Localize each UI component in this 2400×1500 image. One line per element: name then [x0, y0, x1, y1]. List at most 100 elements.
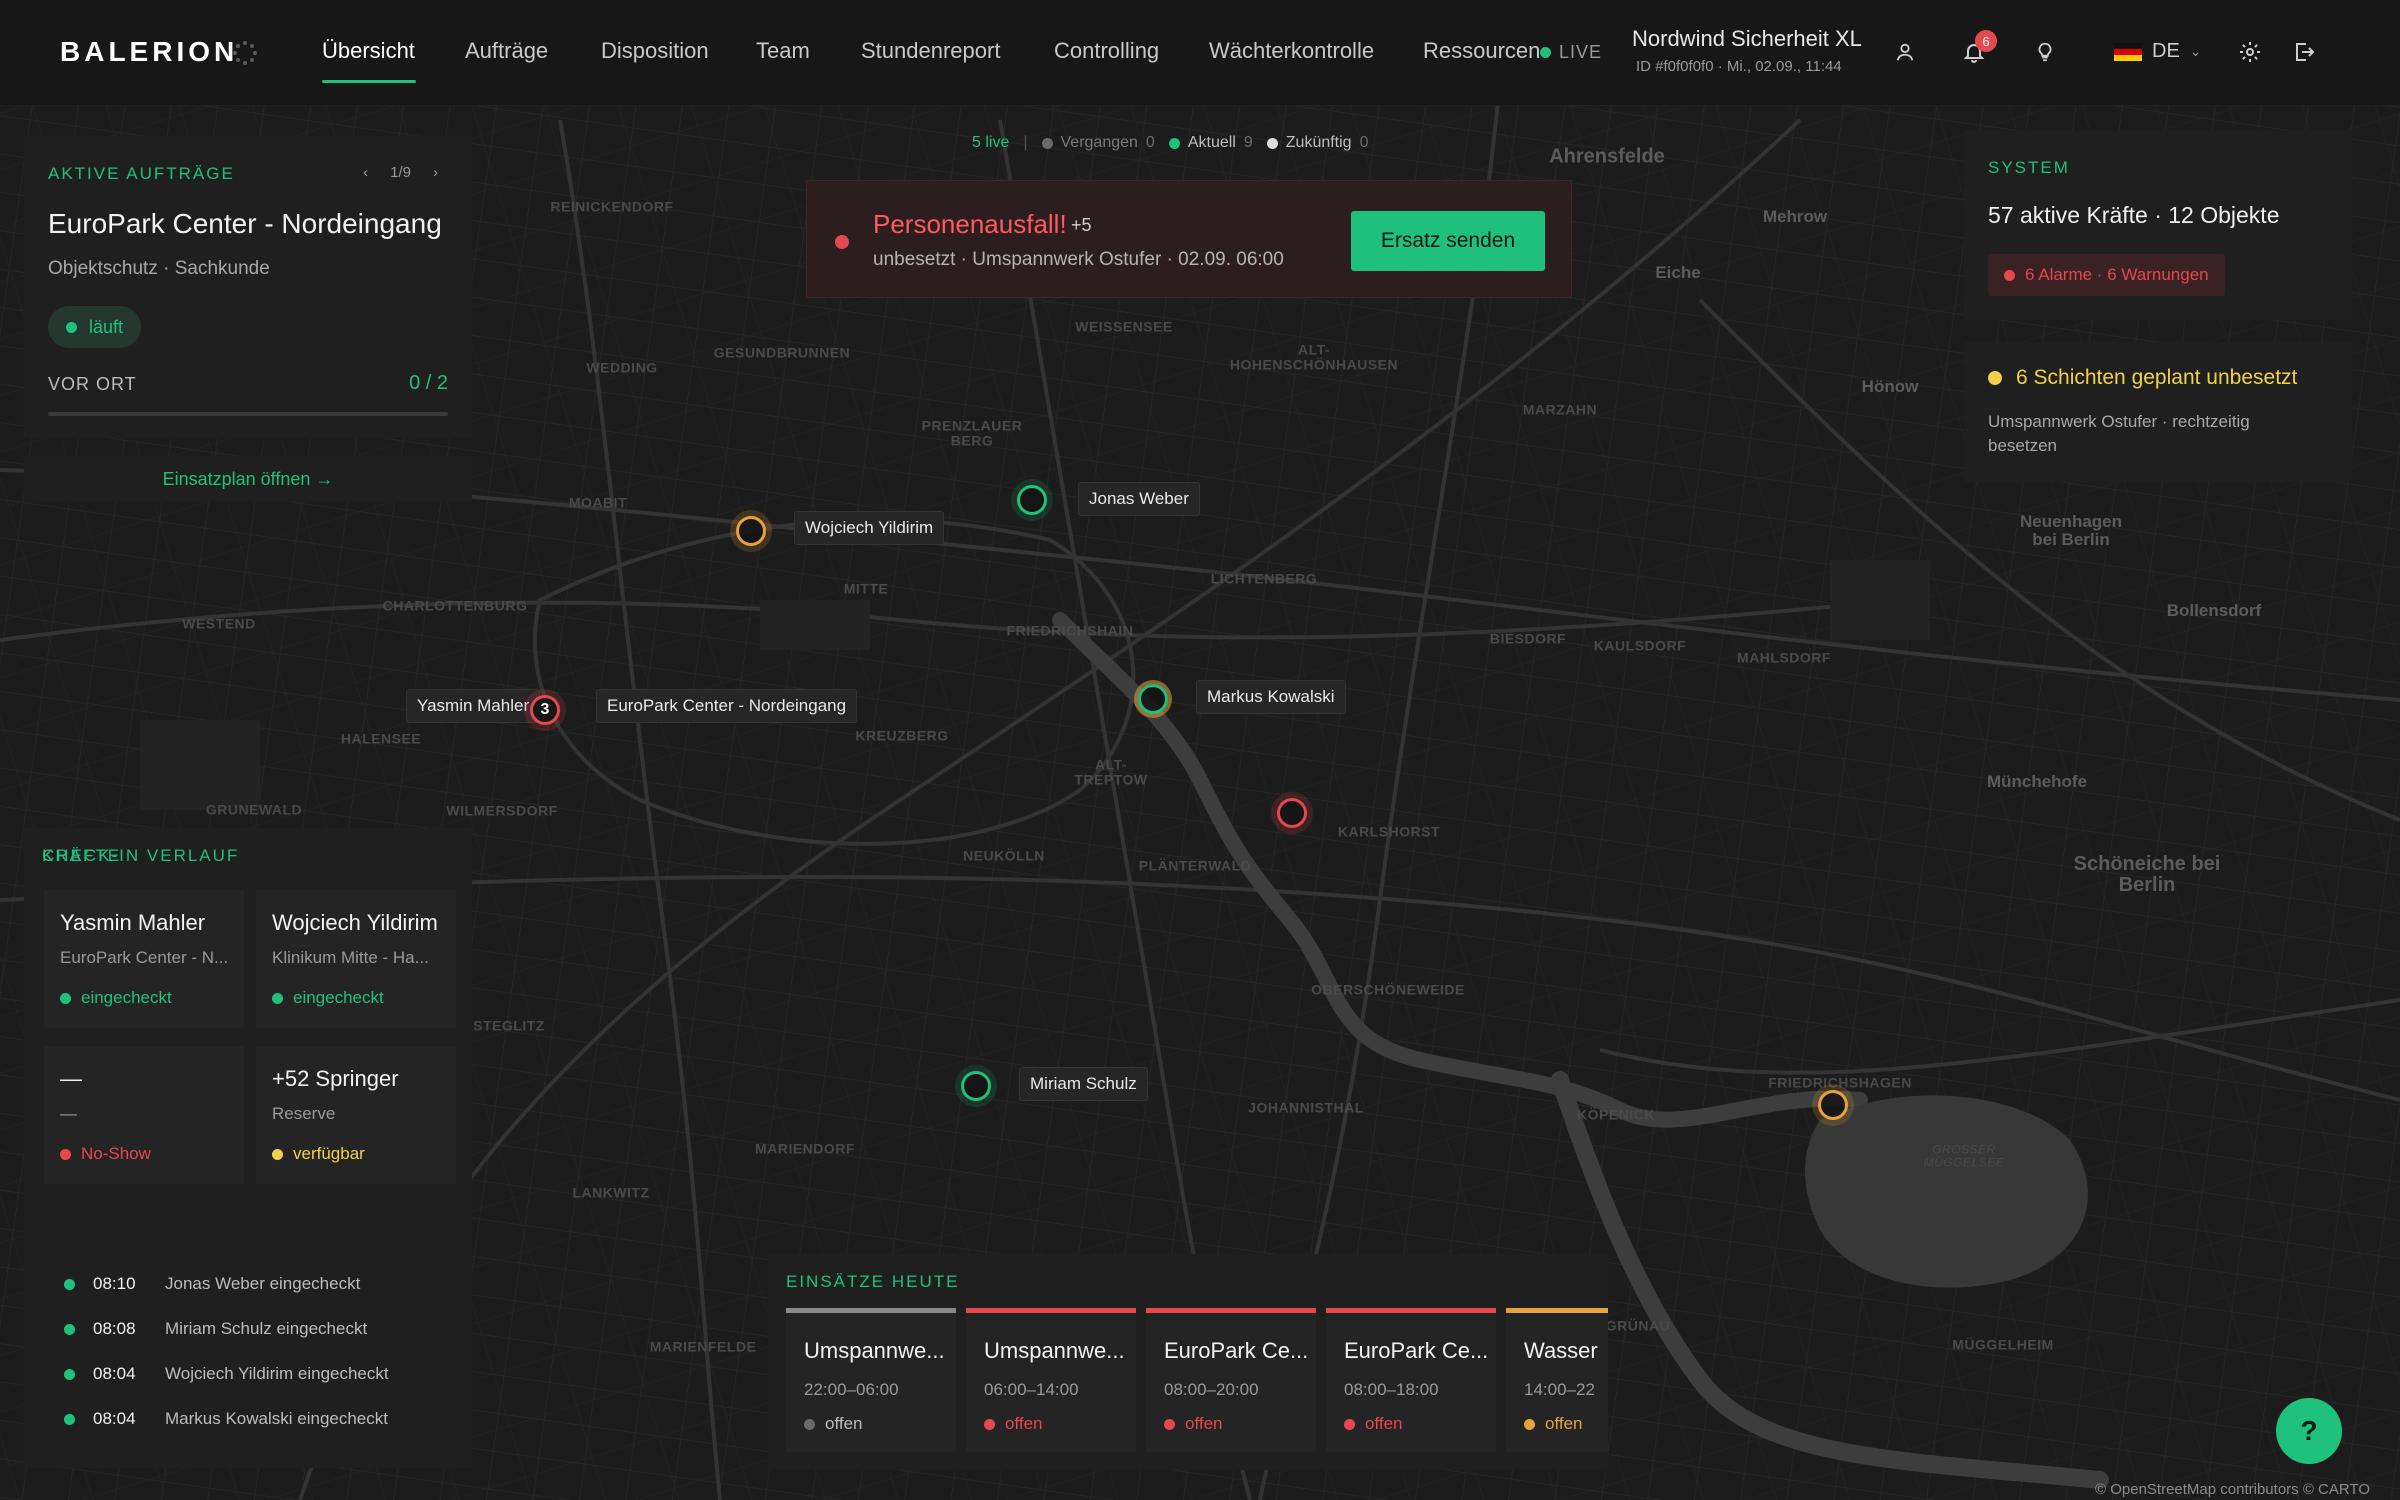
map-label: BIESDORF: [1489, 630, 1567, 647]
map-marker-markus[interactable]: [1135, 681, 1171, 717]
next-icon[interactable]: ›: [433, 164, 438, 181]
map-label: REINICKENDORF: [550, 198, 674, 215]
deployment-card[interactable]: Umspannwe... 06:00–14:00 offen: [966, 1308, 1136, 1452]
map-label-jonas[interactable]: Jonas Weber: [1078, 482, 1200, 516]
map-label: MAHLSDORF: [1737, 649, 1831, 666]
filter-aktuell[interactable]: Aktuell 9: [1168, 134, 1253, 152]
prev-icon[interactable]: ‹: [363, 164, 368, 181]
todays-deployments-panel: EINSÄTZE HEUTE Umspannwe... 22:00–06:00 of…: [768, 1254, 1608, 1470]
force-status: No-Show: [60, 1144, 151, 1164]
system-panel: SYSTEM 57 aktive Kräfte · 12 Objekte 6 A…: [1964, 130, 2352, 320]
map-label-markus[interactable]: Markus Kowalski: [1196, 680, 1346, 714]
lightbulb-icon[interactable]: [2031, 38, 2059, 66]
section-title: AKTIVE AUFTRÄGE: [48, 164, 235, 183]
map-label-europark[interactable]: EuroPark Center - Nordeingang: [596, 689, 858, 723]
status-dot-icon: [1344, 1418, 1355, 1430]
deployment-name: EuroPark Ce...: [1344, 1338, 1489, 1363]
map-label: GESUNDBRUNNEN: [713, 344, 851, 361]
send-replacement-button[interactable]: Ersatz senden: [1351, 211, 1545, 271]
top-navigation: BALERION Übersicht Aufträge Disposition …: [0, 0, 2400, 106]
map-marker-unlabeled[interactable]: [1274, 795, 1310, 831]
nav-waechterkontrolle[interactable]: Wächterkontrolle: [1209, 38, 1374, 64]
help-button[interactable]: ?: [2276, 1398, 2342, 1464]
deployment-card[interactable]: Umspannwe... 22:00–06:00 offen: [786, 1308, 956, 1452]
force-name: +52 Springer: [272, 1066, 399, 1091]
filter-dot-icon: [1168, 137, 1180, 149]
map-town: Neuenhagen bei Berlin: [2019, 512, 2123, 549]
force-card[interactable]: Wojciech Yildirim Klinikum Mitte - Ha...…: [256, 890, 456, 1028]
deployment-card[interactable]: EuroPark Ce... 08:00–20:00 offen: [1146, 1308, 1316, 1452]
chevron-down-icon: ⌄: [2189, 43, 2202, 59]
nav-controlling[interactable]: Controlling: [1054, 38, 1159, 64]
deployment-status-bar: [966, 1308, 1136, 1313]
map-label-miriam[interactable]: Miriam Schulz: [1019, 1067, 1148, 1101]
deployment-status: offen: [1164, 1414, 1223, 1434]
deployment-status: offen: [1524, 1414, 1583, 1434]
map-label: LANKWITZ: [572, 1184, 650, 1201]
map-label: MITTE: [843, 580, 889, 597]
filter-zukuenftig[interactable]: Zukünftig 0: [1266, 134, 1368, 152]
map-marker-jonas[interactable]: [1014, 482, 1050, 518]
nav-stundenreport[interactable]: Stundenreport: [861, 38, 1000, 64]
status-dot-icon: [1164, 1418, 1175, 1430]
force-card[interactable]: +52 Springer Reserve verfügbar: [256, 1046, 456, 1184]
order-title[interactable]: EuroPark Center - Nordeingang: [48, 208, 442, 240]
force-card[interactable]: — — No-Show: [44, 1046, 244, 1184]
map-label: MARIENFELDE: [649, 1338, 757, 1355]
map-label: FRIEDRICHSHAIN: [1006, 622, 1134, 639]
map-label: GRUNEWALD: [205, 801, 303, 818]
map-label: CHARLOTTENBURG: [382, 597, 528, 614]
on-site-progress: [48, 412, 448, 416]
map-label: PLÄNTERWALD: [1138, 857, 1252, 874]
map-label-wojciech[interactable]: Wojciech Yildirim: [794, 511, 945, 545]
force-card[interactable]: Yasmin Mahler EuroPark Center - N... ein…: [44, 890, 244, 1028]
filter-vergangen[interactable]: Vergangen 0: [1041, 134, 1155, 152]
nav-team[interactable]: Team: [756, 38, 810, 64]
nav-ubersicht[interactable]: Übersicht: [322, 38, 415, 64]
status-dot-icon: [60, 992, 71, 1004]
nav-auftraege[interactable]: Aufträge: [465, 38, 548, 64]
open-shift-plan-link[interactable]: Einsatzplan öffnen →: [24, 456, 472, 502]
map-marker-cluster[interactable]: 3: [527, 692, 563, 728]
deployment-card[interactable]: EuroPark Ce... 08:00–18:00 offen: [1326, 1308, 1496, 1452]
force-location: Klinikum Mitte - Ha...: [272, 948, 429, 967]
on-site-value: 0 / 2: [409, 372, 448, 394]
gear-icon[interactable]: [2236, 38, 2264, 66]
cluster-count: 3: [530, 695, 560, 725]
user-icon[interactable]: [1891, 38, 1919, 66]
brand-logo[interactable]: BALERION: [60, 36, 238, 68]
alarm-dot-icon: [2004, 269, 2015, 281]
status-dot-icon: [272, 1148, 283, 1160]
deployment-status-bar: [786, 1308, 956, 1313]
map-marker-wojciech[interactable]: [733, 513, 769, 549]
logout-icon[interactable]: [2290, 38, 2318, 66]
status-dot-icon: [60, 1148, 71, 1160]
checkin-dot-icon: [64, 1278, 75, 1290]
status-dot-icon: [1524, 1418, 1535, 1430]
checkin-dot-icon: [64, 1323, 75, 1335]
force-name: Wojciech Yildirim: [272, 910, 438, 935]
deployment-time: 08:00–20:00: [1164, 1380, 1259, 1399]
deployment-card[interactable]: Wasser 14:00–22 offen: [1506, 1308, 1608, 1452]
alert-more-count[interactable]: +5: [1071, 215, 1092, 236]
checkin-row: 08:04 Wojciech Yildirim eingecheckt: [64, 1364, 389, 1384]
map-attribution: © OpenStreetMap contributors © CARTO: [2095, 1481, 2370, 1498]
unstaffed-text: Umspannwerk Ostufer · rechtzeitig besetz…: [1988, 412, 2250, 455]
live-indicator: LIVE: [1540, 42, 1602, 63]
map-label: ALT-HOHENSCHÖNHAUSEN: [1229, 341, 1399, 372]
nav-disposition[interactable]: Disposition: [601, 38, 709, 64]
unstaffed-shifts-panel[interactable]: 6 Schichten geplant unbesetzt Umspannwer…: [1964, 342, 2352, 482]
company-name: Nordwind Sicherheit XL: [1632, 26, 1862, 51]
language-selector[interactable]: DE ⌄: [2114, 40, 2202, 63]
map-marker-miriam[interactable]: [958, 1068, 994, 1104]
map-label: NEUKÖLLN: [963, 847, 1045, 864]
map-label-yasmin[interactable]: Yasmin Mahler: [406, 689, 541, 723]
map-marker-friedrichshagen[interactable]: [1815, 1087, 1851, 1123]
force-status: verfügbar: [272, 1144, 365, 1164]
alert-subtitle: unbesetzt · Umspannwerk Ostufer · 02.09.…: [873, 249, 1284, 270]
alarm-badge[interactable]: 6 Alarme · 6 Warnungen: [1988, 254, 2225, 296]
unstaffed-title: 6 Schichten geplant unbesetzt: [1988, 366, 2297, 390]
deployment-status: offen: [984, 1414, 1043, 1434]
nav-ressourcen[interactable]: Ressourcen: [1423, 38, 1540, 64]
company-id: ID #f0f0f0f0 · Mi., 02.09., 11:44: [1636, 58, 1842, 75]
